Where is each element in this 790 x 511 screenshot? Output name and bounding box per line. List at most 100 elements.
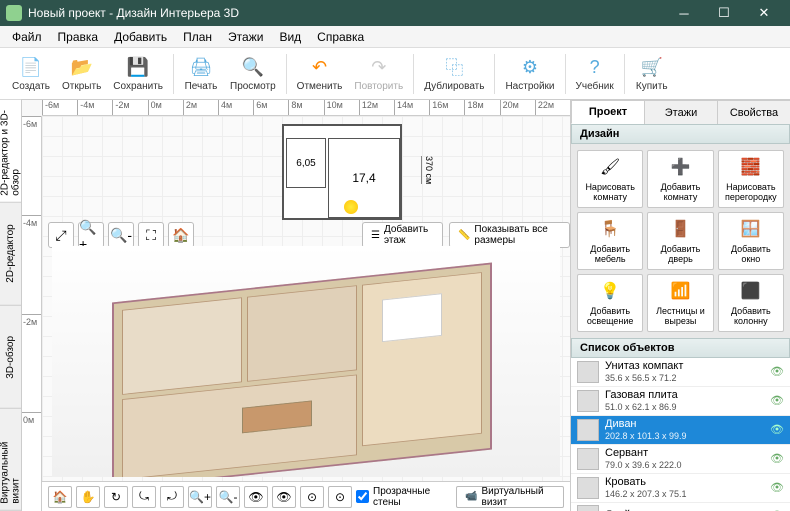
design-tools-grid: 🖌Нарисоватькомнату➕Добавитькомнату🧱Нарис… [571, 144, 790, 338]
bottom-tool-1[interactable]: ✋ [76, 486, 100, 508]
повторить-icon: ↷ [367, 55, 391, 79]
toolbar-купить-button[interactable]: 🛒Купить [629, 53, 675, 94]
design-комнату-button[interactable]: 🖌Нарисоватькомнату [577, 150, 643, 208]
отменить-icon: ↶ [308, 55, 332, 79]
toolbar-сохранить-button[interactable]: 💾Сохранить [107, 53, 169, 94]
object-thumb-icon [577, 477, 599, 499]
bottom-toolbar: 🏠✋↻⤿⤾🔍+🔍-👁👁⊙⊙ Прозрачные стены 📹Виртуаль… [42, 481, 570, 511]
bottom-tool-4[interactable]: ⤾ [160, 486, 184, 508]
visibility-icon[interactable]: 👁 [770, 452, 784, 465]
toolbar-создать-button[interactable]: 📄Создать [6, 53, 56, 94]
bottom-tool-5[interactable]: 🔍+ [188, 486, 212, 508]
menubar: ФайлПравкаДобавитьПланЭтажиВидСправка [0, 26, 790, 48]
tool2d-3[interactable]: ⛶ [138, 222, 164, 248]
tool2d-1[interactable]: 🔍+ [78, 222, 104, 248]
design-мебель-button[interactable]: 🪑Добавитьмебель [577, 212, 643, 270]
object-item[interactable]: Двойное окно👁 [571, 503, 790, 511]
menu-план[interactable]: План [175, 28, 220, 46]
design-вырезы-button[interactable]: 📶Лестницы ивырезы [647, 274, 713, 332]
virtual-visit-button[interactable]: 📹Виртуальный визит [456, 486, 564, 508]
menu-добавить[interactable]: Добавить [106, 28, 175, 46]
toolbar-настройки-button[interactable]: ⚙Настройки [499, 53, 560, 94]
перегородку-icon: 🧱 [738, 155, 764, 181]
bed-object[interactable] [382, 293, 442, 342]
object-thumb-icon [577, 448, 599, 470]
object-item[interactable]: Сервант79.0 x 39.6 x 222.0👁 [571, 445, 790, 474]
сохранить-icon: 💾 [126, 55, 150, 79]
window-title: Новый проект - Дизайн Интерьера 3D [28, 6, 664, 20]
toolbar-отменить-button[interactable]: ↶Отменить [291, 53, 349, 94]
add-floor-button[interactable]: ☰Добавить этаж [362, 222, 443, 248]
side-tab-2[interactable]: 3D-обзор [0, 306, 21, 409]
создать-icon: 📄 [19, 55, 43, 79]
bottom-tool-3[interactable]: ⤿ [132, 486, 156, 508]
bottom-tool-8[interactable]: 👁 [272, 486, 296, 508]
right-tab-этажи[interactable]: Этажи [644, 100, 718, 124]
visibility-icon[interactable]: 👁 [770, 394, 784, 407]
layers-icon: ☰ [371, 230, 380, 241]
bottom-tool-2[interactable]: ↻ [104, 486, 128, 508]
design-окно-button[interactable]: 🪟Добавитьокно [718, 212, 784, 270]
toolbar-учебник-button[interactable]: ?Учебник [570, 53, 620, 94]
object-item[interactable]: Унитаз компакт35.6 x 56.5 x 71.2👁 [571, 358, 790, 387]
купить-icon: 🛒 [640, 55, 664, 79]
ruler-icon: 📏 [458, 230, 470, 241]
room-label-b: 17,4 [328, 138, 400, 218]
side-tab-1[interactable]: 2D-редактор [0, 203, 21, 306]
bottom-tool-0[interactable]: 🏠 [48, 486, 72, 508]
canvas-3d[interactable] [52, 246, 560, 477]
transparent-walls-checkbox[interactable]: Прозрачные стены [356, 486, 444, 508]
menu-вид[interactable]: Вид [271, 28, 309, 46]
visibility-icon[interactable]: 👁 [770, 365, 784, 378]
tool2d-4[interactable]: 🏠 [168, 222, 194, 248]
toolbar-separator [173, 54, 174, 94]
toolbar-открыть-button[interactable]: 📂Открыть [56, 53, 107, 94]
object-item[interactable]: Газовая плита51.0 x 62.1 x 86.9👁 [571, 387, 790, 416]
right-tab-свойства[interactable]: Свойства [717, 100, 790, 124]
objects-list: Унитаз компакт35.6 x 56.5 x 71.2👁Газовая… [571, 358, 790, 511]
toolbar-дублировать-button[interactable]: ⿻Дублировать [418, 53, 490, 94]
maximize-button[interactable]: ☐ [704, 0, 744, 26]
viewport: -6м-4м-2м0м2м4м6м8м10м12м14м16м18м20м22м… [22, 100, 570, 511]
ruler-horizontal: -6м-4м-2м0м2м4м6м8м10м12м14м16м18м20м22м [42, 100, 570, 116]
комнату-icon: 🖌 [597, 155, 623, 181]
menu-справка[interactable]: Справка [309, 28, 372, 46]
bottom-tool-9[interactable]: ⊙ [300, 486, 324, 508]
canvas-2d[interactable]: 6,05 17,4 370 см ⤢🔍+🔍-⛶🏠 ☰Добавить этаж … [42, 116, 570, 481]
toolbar-печать-button[interactable]: 🖨Печать [178, 53, 224, 94]
room-label-a: 6,05 [286, 138, 326, 188]
floor-plan-2d[interactable]: 6,05 17,4 370 см [282, 124, 402, 220]
side-tab-0[interactable]: 2D-редактор и 3D-обзор [0, 100, 21, 203]
object-item[interactable]: Кровать146.2 x 207.3 x 75.1👁 [571, 474, 790, 503]
bottom-tool-6[interactable]: 🔍- [216, 486, 240, 508]
toolbar-просмотр-button[interactable]: 🔍Просмотр [224, 53, 282, 94]
tool2d-2[interactable]: 🔍- [108, 222, 134, 248]
design-перегородку-button[interactable]: 🧱Нарисоватьперегородку [718, 150, 784, 208]
design-комнату-button[interactable]: ➕Добавитькомнату [647, 150, 713, 208]
bottom-tool-10[interactable]: ⊙ [328, 486, 352, 508]
minimize-button[interactable]: ─ [664, 0, 704, 26]
мебель-icon: 🪑 [597, 217, 623, 243]
side-tab-3[interactable]: Виртуальный визит [0, 408, 21, 511]
bottom-tool-7[interactable]: 👁 [244, 486, 268, 508]
design-колонну-button[interactable]: ⬛Добавитьколонну [718, 274, 784, 332]
right-tab-проект[interactable]: Проект [571, 100, 645, 124]
show-dimensions-button[interactable]: 📏Показывать все размеры [449, 222, 570, 248]
object-item[interactable]: Диван202.8 x 101.3 x 99.9👁 [571, 416, 790, 445]
visibility-icon[interactable]: 👁 [770, 423, 784, 436]
menu-файл[interactable]: Файл [4, 28, 50, 46]
toolbar-separator [413, 54, 414, 94]
дверь-icon: 🚪 [667, 217, 693, 243]
колонну-icon: ⬛ [738, 279, 764, 305]
visibility-icon[interactable]: 👁 [770, 481, 784, 494]
close-button[interactable]: ✕ [744, 0, 784, 26]
camera-marker-icon[interactable] [344, 200, 358, 214]
object-thumb-icon [577, 390, 599, 412]
design-дверь-button[interactable]: 🚪Добавитьдверь [647, 212, 713, 270]
печать-icon: 🖨 [189, 55, 213, 79]
menu-этажи[interactable]: Этажи [220, 28, 271, 46]
object-thumb-icon [577, 361, 599, 383]
tool2d-0[interactable]: ⤢ [48, 222, 74, 248]
design-освещение-button[interactable]: 💡Добавитьосвещение [577, 274, 643, 332]
menu-правка[interactable]: Правка [50, 28, 107, 46]
